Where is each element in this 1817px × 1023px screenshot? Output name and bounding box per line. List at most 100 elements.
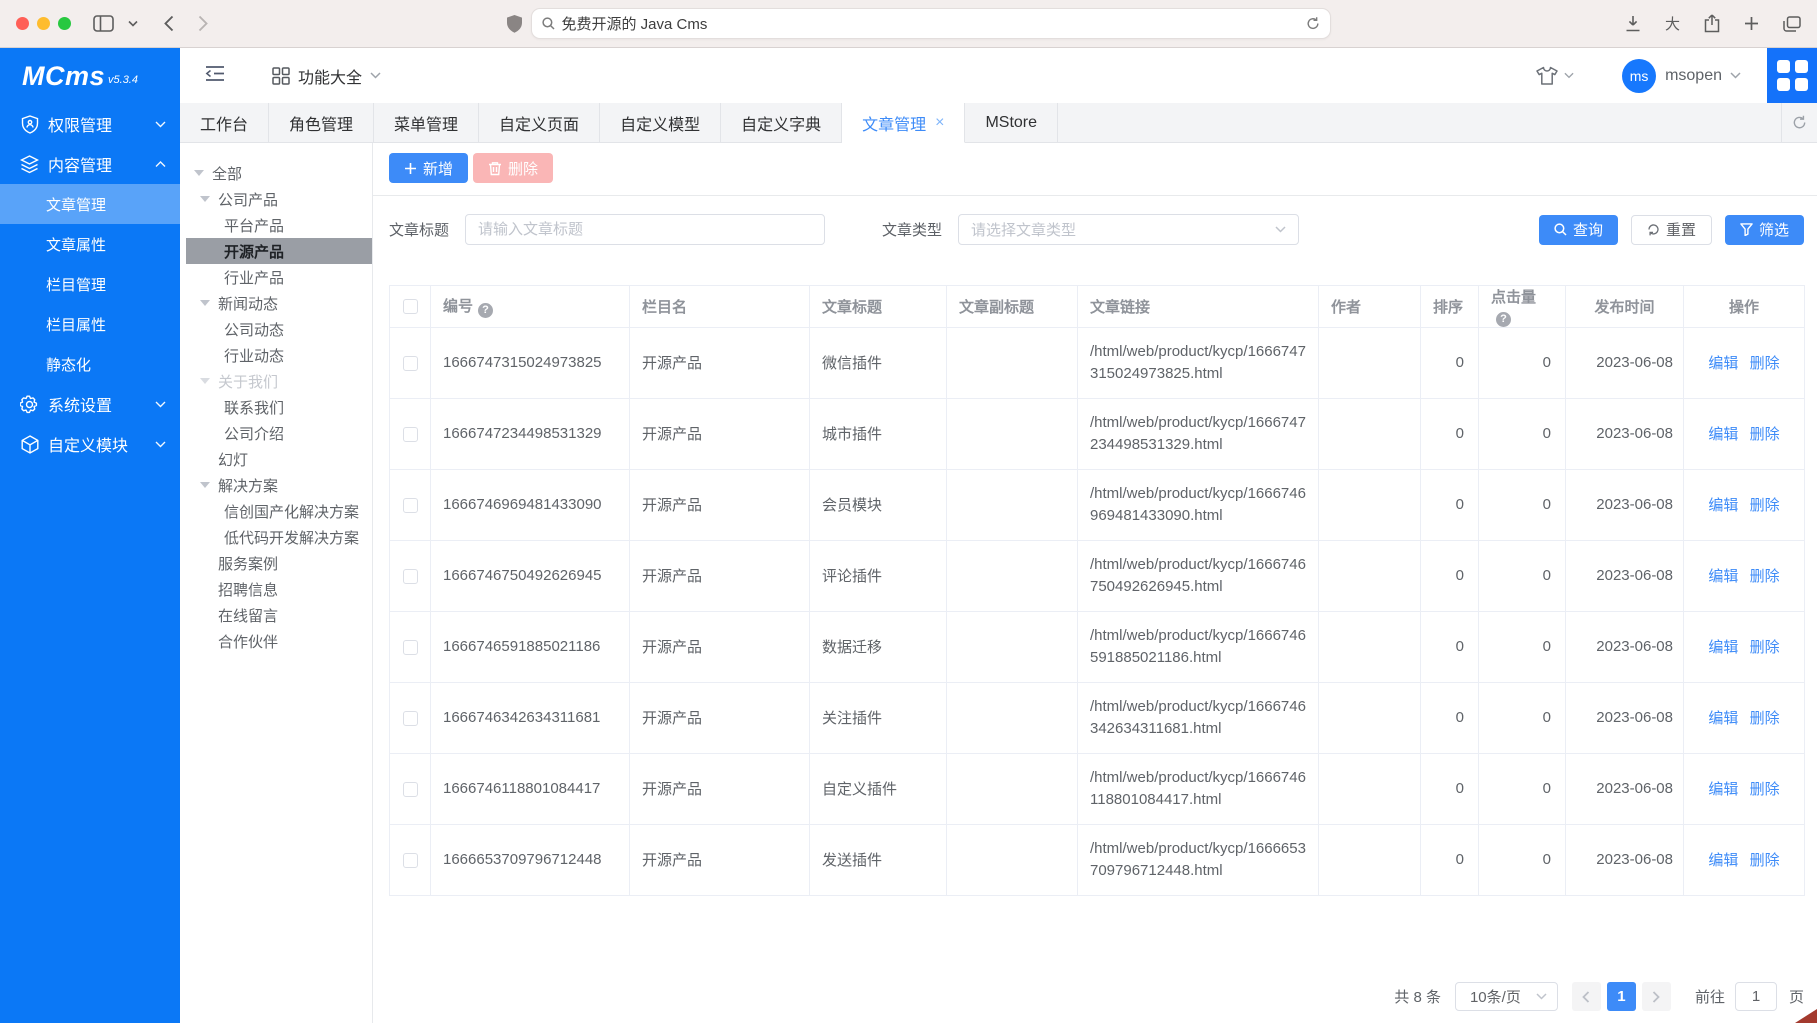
tab-custom-dictionary[interactable]: 自定义字典	[721, 103, 842, 142]
downloads-icon[interactable]	[1625, 15, 1641, 32]
tree-node-company-news[interactable]: 公司动态	[186, 316, 372, 342]
tree-node-about-us[interactable]: 关于我们	[186, 368, 372, 394]
tree-node-news[interactable]: 新闻动态	[186, 290, 372, 316]
row-checkbox[interactable]	[403, 356, 418, 371]
tree-node-service-cases[interactable]: 服务案例	[186, 550, 372, 576]
tree-node-all[interactable]: 全部	[186, 160, 372, 186]
sidebar-item-permissions[interactable]: 权限管理	[0, 104, 180, 144]
address-bar[interactable]: 免费开源的 Java Cms	[531, 8, 1331, 39]
tab-article-management[interactable]: 文章管理 ×	[842, 103, 965, 143]
page-size-select[interactable]: 10条/页	[1455, 982, 1558, 1011]
tree-node-online-message[interactable]: 在线留言	[186, 602, 372, 628]
zoom-window-button[interactable]	[58, 17, 71, 30]
tree-node-company-products[interactable]: 公司产品	[186, 186, 372, 212]
delete-link[interactable]: 删除	[1750, 497, 1780, 514]
sidebar-item-static-generation[interactable]: 静态化	[0, 344, 180, 384]
goto-page-input[interactable]	[1735, 982, 1777, 1011]
add-button[interactable]: 新增	[389, 153, 468, 183]
row-checkbox[interactable]	[403, 711, 418, 726]
row-checkbox[interactable]	[403, 782, 418, 797]
tab-menu-management[interactable]: 菜单管理	[374, 103, 479, 142]
sidebar-item-article-management[interactable]: 文章管理	[0, 184, 180, 224]
privacy-shield-icon[interactable]	[507, 15, 522, 33]
app-grid-button[interactable]	[1767, 48, 1817, 103]
row-checkbox[interactable]	[403, 640, 418, 655]
user-avatar[interactable]: ms	[1622, 59, 1656, 93]
caret-down-icon[interactable]	[200, 300, 210, 306]
minimize-window-button[interactable]	[37, 17, 50, 30]
edit-link[interactable]: 编辑	[1708, 568, 1738, 585]
close-tab-icon[interactable]: ×	[935, 115, 944, 131]
tree-node-industry-products[interactable]: 行业产品	[186, 264, 372, 290]
back-button[interactable]	[164, 15, 174, 32]
sidebar-item-column-management[interactable]: 栏目管理	[0, 264, 180, 304]
edit-link[interactable]: 编辑	[1708, 639, 1738, 656]
tab-mstore[interactable]: MStore	[965, 103, 1058, 142]
edit-link[interactable]: 编辑	[1708, 710, 1738, 727]
delete-link[interactable]: 删除	[1750, 781, 1780, 798]
tab-overview-icon[interactable]	[1783, 16, 1801, 32]
feature-menu[interactable]: 功能大全	[272, 64, 381, 88]
next-page-button[interactable]	[1642, 982, 1671, 1011]
prev-page-button[interactable]	[1572, 982, 1601, 1011]
tree-node-industry-news[interactable]: 行业动态	[186, 342, 372, 368]
close-window-button[interactable]	[16, 17, 29, 30]
theme-menu[interactable]	[1536, 66, 1574, 85]
tree-node-solutions[interactable]: 解决方案	[186, 472, 372, 498]
tree-node-contact-us[interactable]: 联系我们	[186, 394, 372, 420]
share-icon[interactable]	[1704, 14, 1720, 33]
reset-button[interactable]: 重置	[1631, 215, 1712, 245]
menu-fold-icon[interactable]	[205, 65, 225, 87]
edit-link[interactable]: 编辑	[1708, 781, 1738, 798]
edit-link[interactable]: 编辑	[1708, 426, 1738, 443]
sidebar-toggle-icon[interactable]	[93, 15, 114, 32]
sidebar-item-system-settings[interactable]: 系统设置	[0, 384, 180, 424]
edit-link[interactable]: 编辑	[1708, 852, 1738, 869]
delete-link[interactable]: 删除	[1750, 355, 1780, 372]
caret-down-icon[interactable]	[200, 378, 210, 384]
help-icon[interactable]: ?	[1496, 312, 1511, 327]
sidebar-item-content[interactable]: 内容管理	[0, 144, 180, 184]
row-checkbox[interactable]	[403, 427, 418, 442]
caret-down-icon[interactable]	[200, 482, 210, 488]
forward-button[interactable]	[198, 15, 208, 32]
delete-link[interactable]: 删除	[1750, 639, 1780, 656]
new-tab-icon[interactable]	[1744, 16, 1759, 31]
delete-link[interactable]: 删除	[1750, 568, 1780, 585]
delete-link[interactable]: 删除	[1750, 852, 1780, 869]
page-number-button[interactable]: 1	[1607, 982, 1636, 1011]
caret-down-icon[interactable]	[194, 170, 204, 176]
edit-link[interactable]: 编辑	[1708, 497, 1738, 514]
select-all-checkbox[interactable]	[403, 299, 418, 314]
sidebar-item-column-attributes[interactable]: 栏目属性	[0, 304, 180, 344]
tab-role-management[interactable]: 角色管理	[269, 103, 374, 142]
translate-icon[interactable]: 大	[1665, 13, 1680, 34]
tree-node-xinchuang-solution[interactable]: 信创国产化解决方案	[186, 498, 372, 524]
row-checkbox[interactable]	[403, 569, 418, 584]
tree-node-partners[interactable]: 合作伙伴	[186, 628, 372, 654]
delete-button[interactable]: 删除	[473, 153, 553, 183]
tab-custom-pages[interactable]: 自定义页面	[479, 103, 600, 142]
refresh-tab-icon[interactable]	[1781, 103, 1817, 142]
sidebar-item-custom-modules[interactable]: 自定义模块	[0, 424, 180, 464]
chevron-down-icon[interactable]	[1730, 72, 1741, 79]
tree-node-lowcode-solution[interactable]: 低代码开发解决方案	[186, 524, 372, 550]
tab-custom-models[interactable]: 自定义模型	[600, 103, 721, 142]
chevron-down-icon[interactable]	[128, 20, 138, 27]
delete-link[interactable]: 删除	[1750, 710, 1780, 727]
tree-node-recruitment[interactable]: 招聘信息	[186, 576, 372, 602]
tree-node-platform-products[interactable]: 平台产品	[186, 212, 372, 238]
tab-workbench[interactable]: 工作台	[180, 103, 269, 142]
help-icon[interactable]: ?	[478, 303, 493, 318]
tree-node-company-intro[interactable]: 公司介绍	[186, 420, 372, 446]
row-checkbox[interactable]	[403, 853, 418, 868]
sidebar-item-article-attributes[interactable]: 文章属性	[0, 224, 180, 264]
title-filter-input[interactable]	[465, 214, 825, 245]
type-filter-select[interactable]: 请选择文章类型	[958, 214, 1299, 245]
caret-down-icon[interactable]	[200, 196, 210, 202]
query-button[interactable]: 查询	[1539, 215, 1618, 245]
delete-link[interactable]: 删除	[1750, 426, 1780, 443]
row-checkbox[interactable]	[403, 498, 418, 513]
edit-link[interactable]: 编辑	[1708, 355, 1738, 372]
reload-icon[interactable]	[1306, 16, 1320, 31]
